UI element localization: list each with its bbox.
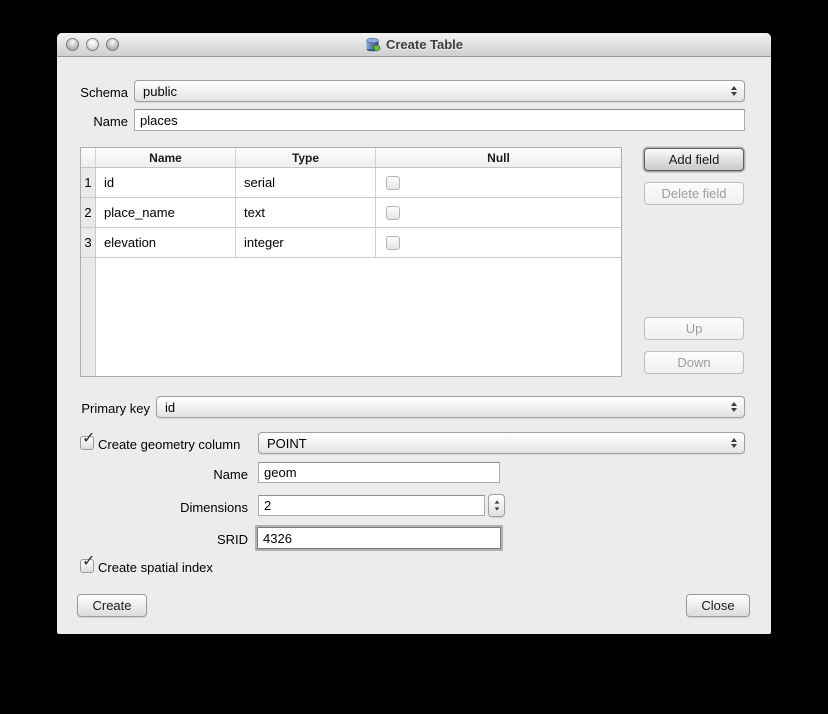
null-checkbox[interactable] (386, 176, 400, 190)
dimensions-input[interactable] (258, 495, 485, 516)
header-row-number (81, 148, 96, 167)
header-type: Type (236, 148, 376, 167)
up-button[interactable]: Up (644, 317, 744, 340)
create-spatial-index-checkbox[interactable]: ✓ (80, 559, 94, 573)
create-geometry-label: Create geometry column (98, 437, 240, 452)
checkmark-icon: ✓ (82, 554, 95, 570)
delete-field-button[interactable]: Delete field (644, 182, 744, 205)
field-name-cell[interactable]: elevation (96, 228, 236, 258)
geometry-type-dropdown[interactable]: POINT (258, 432, 745, 454)
row-number: 1 (81, 168, 96, 198)
null-checkbox[interactable] (386, 206, 400, 220)
database-icon (365, 37, 381, 53)
dimensions-stepper[interactable] (488, 494, 505, 517)
table-name-label: Name (57, 114, 128, 129)
create-button[interactable]: Create (77, 594, 147, 617)
primary-key-dropdown[interactable]: id (156, 396, 745, 418)
create-geometry-checkbox[interactable]: ✓ (80, 436, 94, 450)
table-row[interactable]: 3 elevation integer (81, 228, 621, 258)
field-type-cell[interactable]: text (236, 198, 376, 228)
primary-key-dropdown-value: id (165, 400, 175, 415)
header-null: Null (376, 148, 621, 167)
titlebar[interactable]: Create Table (57, 33, 771, 57)
fields-table[interactable]: Name Type Null 1 id serial 2 place_name … (80, 147, 622, 377)
create-spatial-index-label: Create spatial index (98, 560, 213, 575)
close-window-button[interactable] (66, 38, 79, 51)
primary-key-label: Primary key (57, 401, 150, 416)
field-name-cell[interactable]: place_name (96, 198, 236, 228)
srid-label: SRID (157, 532, 248, 547)
field-type-cell[interactable]: integer (236, 228, 376, 258)
srid-input[interactable] (257, 527, 501, 549)
schema-dropdown-value: public (143, 84, 177, 99)
dimensions-label: Dimensions (137, 500, 248, 515)
geometry-type-value: POINT (267, 436, 307, 451)
add-field-button[interactable]: Add field (644, 148, 744, 171)
geometry-name-label: Name (157, 467, 248, 482)
fields-table-header: Name Type Null (81, 148, 621, 168)
table-name-input[interactable] (134, 109, 745, 131)
table-row[interactable]: 2 place_name text (81, 198, 621, 228)
null-checkbox[interactable] (386, 236, 400, 250)
zoom-window-button[interactable] (106, 38, 119, 51)
header-name: Name (96, 148, 236, 167)
stepper-up-icon (494, 500, 499, 503)
window-title: Create Table (386, 37, 463, 52)
dropdown-arrows-icon (731, 86, 737, 96)
close-button[interactable]: Close (686, 594, 750, 617)
stepper-down-icon (494, 507, 499, 510)
dropdown-arrows-icon (731, 402, 737, 412)
field-type-cell[interactable]: serial (236, 168, 376, 198)
geometry-name-input[interactable] (258, 462, 500, 483)
table-row[interactable]: 1 id serial (81, 168, 621, 198)
dropdown-arrows-icon (731, 438, 737, 448)
minimize-window-button[interactable] (86, 38, 99, 51)
down-button[interactable]: Down (644, 351, 744, 374)
schema-dropdown[interactable]: public (134, 80, 745, 102)
checkmark-icon: ✓ (82, 431, 95, 447)
row-number: 3 (81, 228, 96, 258)
field-name-cell[interactable]: id (96, 168, 236, 198)
create-table-dialog: Create Table Schema public Name Name Typ… (57, 33, 771, 634)
schema-label: Schema (57, 85, 128, 100)
row-number: 2 (81, 198, 96, 228)
